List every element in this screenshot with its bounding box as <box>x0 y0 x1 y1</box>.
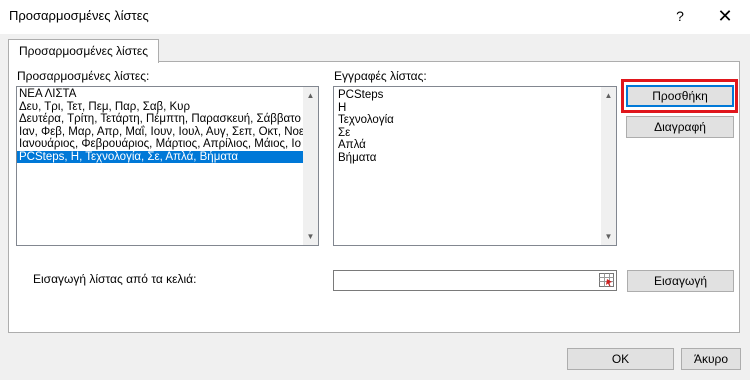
import-range-input[interactable] <box>333 270 617 291</box>
ok-button[interactable]: OK <box>567 348 674 370</box>
list-entry-line: PCSteps <box>338 89 384 101</box>
import-button[interactable]: Εισαγωγή <box>627 270 734 292</box>
scroll-up-arrow-icon[interactable]: ▲ <box>303 88 318 103</box>
tab-custom-lists[interactable]: Προσαρμοσμένες λίστες <box>8 39 160 63</box>
help-button[interactable]: ? <box>668 5 692 27</box>
window-title: Προσαρμοσμένες λίστες <box>9 8 149 23</box>
custom-lists-listbox[interactable]: ΝΕΑ ΛΙΣΤΑ Δευ, Τρι, Τετ, Πεμ, Παρ, Σαβ, Κ… <box>16 86 319 246</box>
scroll-down-arrow-icon[interactable]: ▼ <box>601 229 616 244</box>
list-entry-line: Η <box>338 101 347 114</box>
custom-lists-label: Προσαρμοσμένες λίστες: <box>17 69 150 83</box>
range-select-icon[interactable] <box>599 273 614 287</box>
cancel-button[interactable]: Άκυρο <box>681 348 741 370</box>
list-entry-line: Βήματα <box>338 151 377 164</box>
import-field-label: Εισαγωγή λίστας από τα κελιά: <box>33 272 197 286</box>
list-item[interactable]: Ιαν, Φεβ, Μαρ, Απρ, Μαΐ, Ιουν, Ιουλ, Αυγ… <box>17 126 318 139</box>
list-entries-label: Εγγραφές λίστας: <box>334 69 427 83</box>
delete-button[interactable]: Διαγραφή <box>626 116 734 138</box>
list-item[interactable]: Δευτέρα, Τρίτη, Τετάρτη, Πέμπτη, Παρασκε… <box>17 113 318 126</box>
custom-lists-scrollbar[interactable]: ▲ ▼ <box>303 87 318 245</box>
add-button[interactable]: Προσθήκη <box>626 85 734 107</box>
list-item[interactable]: Δευ, Τρι, Τετ, Πεμ, Παρ, Σαβ, Κυρ <box>17 101 318 114</box>
scroll-up-arrow-icon[interactable]: ▲ <box>601 88 616 103</box>
list-entries-textarea[interactable]: PCSteps Η Τεχνολογία Σε Απλά Βήματα ▲ ▼ <box>333 86 617 246</box>
list-entry-line: Απλά <box>338 139 366 151</box>
list-item[interactable]: Ιανουάριος, Φεβρουάριος, Μάρτιος, Απρίλι… <box>17 138 318 151</box>
scroll-down-arrow-icon[interactable]: ▼ <box>303 229 318 244</box>
title-bar: Προσαρμοσμένες λίστες ? ✕ <box>0 0 750 34</box>
close-button[interactable]: ✕ <box>707 3 743 29</box>
list-entry-line: Τεχνολογία <box>338 114 394 126</box>
list-item[interactable]: ΝΕΑ ΛΙΣΤΑ <box>17 88 318 101</box>
list-entry-line: Σε <box>338 126 351 139</box>
list-entries-scrollbar[interactable]: ▲ ▼ <box>601 87 616 245</box>
list-item[interactable]: PCSteps, Η, Τεχνολογία, Σε, Απλά, Βήματα <box>17 150 318 163</box>
